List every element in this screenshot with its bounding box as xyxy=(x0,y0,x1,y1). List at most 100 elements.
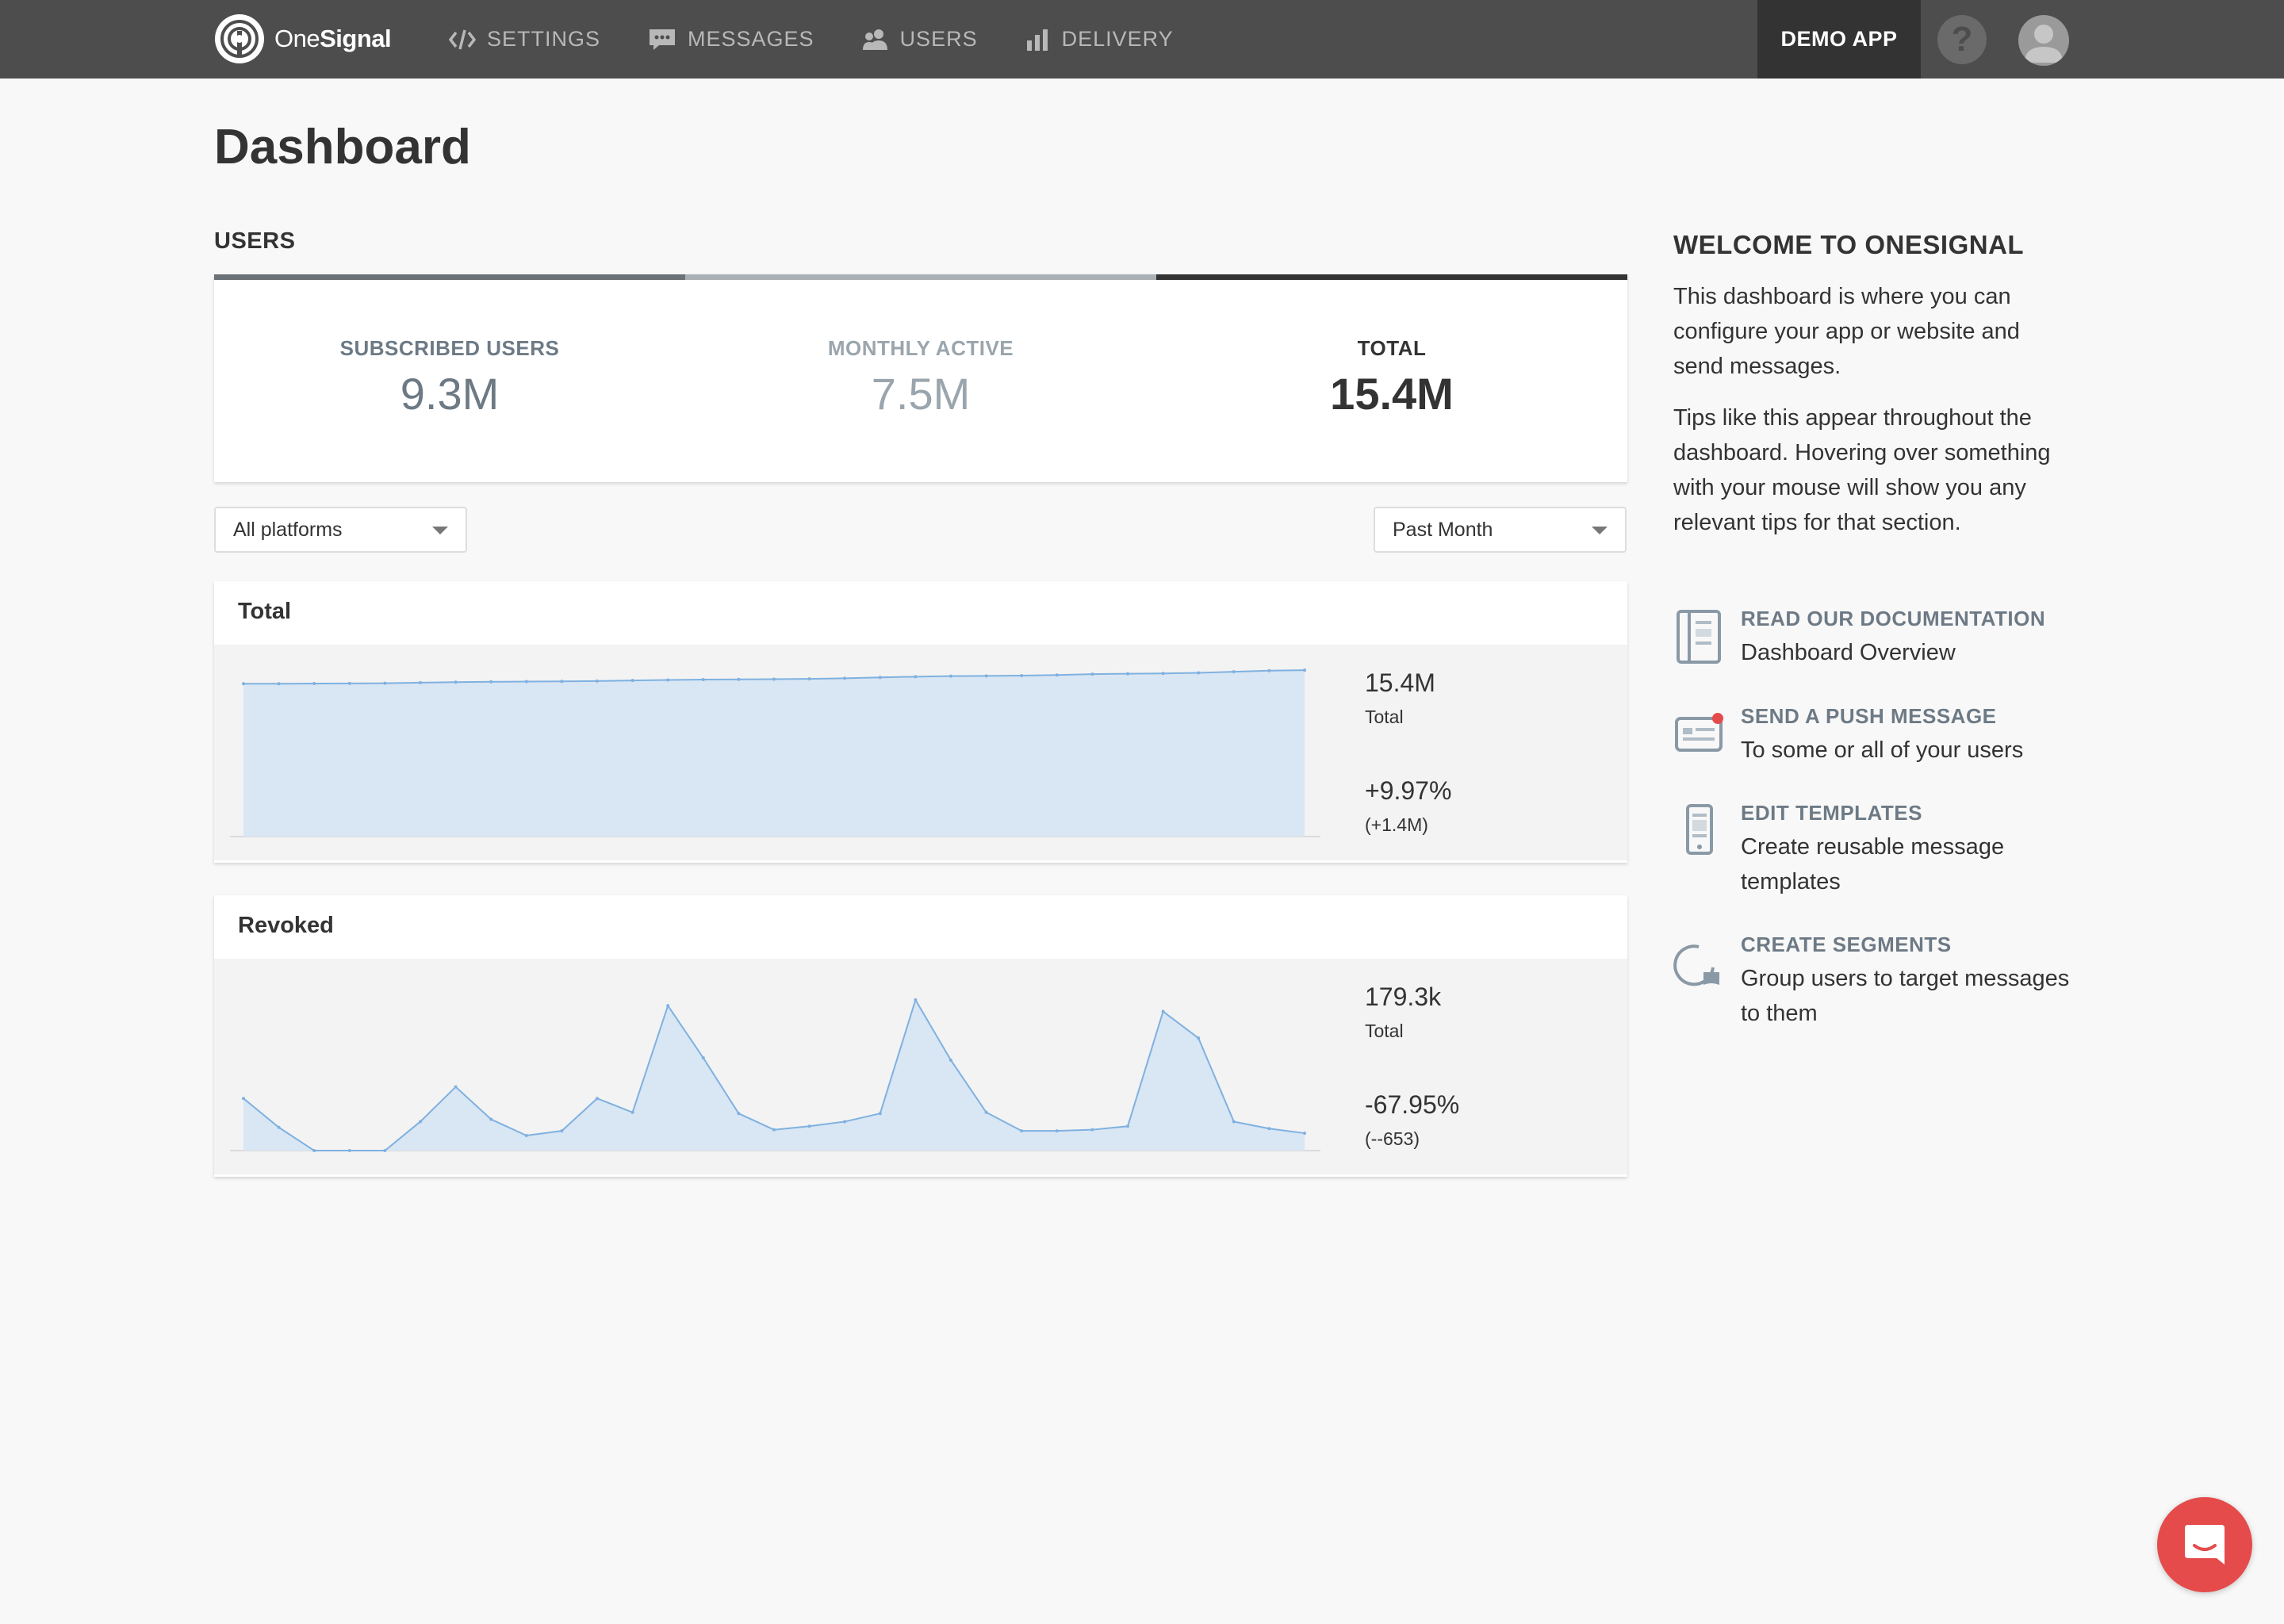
total-data-point[interactable] xyxy=(524,680,528,684)
total-data-point[interactable] xyxy=(1303,668,1306,672)
revoked-data-point[interactable] xyxy=(1197,1036,1201,1040)
revoked-data-point[interactable] xyxy=(277,1125,281,1129)
total-data-point[interactable] xyxy=(454,680,458,684)
stat-tab-monthly-active[interactable]: MONTHLY ACTIVE 7.5M xyxy=(685,274,1156,482)
revoked-data-point[interactable] xyxy=(312,1149,316,1152)
revoked-data-point[interactable] xyxy=(1126,1124,1129,1128)
stat-value: 7.5M xyxy=(871,369,971,419)
code-icon xyxy=(449,29,476,49)
tip-description: Create reusable message templates xyxy=(1741,834,2005,894)
revoked-data-point[interactable] xyxy=(347,1149,351,1152)
revoked-data-point[interactable] xyxy=(1232,1120,1236,1124)
total-data-point[interactable] xyxy=(1232,670,1236,674)
revoked-data-point[interactable] xyxy=(737,1112,741,1116)
chart-value-label: Total xyxy=(1365,1021,1404,1041)
total-data-point[interactable] xyxy=(843,676,847,680)
total-data-point[interactable] xyxy=(419,680,422,684)
chart-area: 15.4M Total +9.97% (+1.4M) xyxy=(214,645,1627,860)
revoked-data-point[interactable] xyxy=(630,1110,634,1114)
total-area-fill xyxy=(243,670,1305,837)
revoked-data-point[interactable] xyxy=(914,998,918,1002)
total-data-point[interactable] xyxy=(277,682,281,686)
revoked-data-point[interactable] xyxy=(1090,1128,1094,1132)
onesignal-logo-icon xyxy=(215,14,264,63)
revoked-data-point[interactable] xyxy=(701,1056,705,1060)
revoked-data-point[interactable] xyxy=(843,1120,847,1124)
revoked-data-point[interactable] xyxy=(878,1112,882,1116)
nav-users-label: USERS xyxy=(899,27,978,51)
stat-value: 9.3M xyxy=(400,369,500,419)
revoked-data-point[interactable] xyxy=(242,1097,245,1101)
total-data-point[interactable] xyxy=(1126,672,1129,676)
total-data-point[interactable] xyxy=(1055,673,1059,677)
total-data-point[interactable] xyxy=(949,674,952,678)
chart-change: +9.97% xyxy=(1365,776,1452,805)
total-data-point[interactable] xyxy=(630,679,634,683)
nav-messages[interactable]: MESSAGES xyxy=(648,27,814,52)
period-select-value: Past Month xyxy=(1393,518,1493,541)
chart-area: 179.3k Total -67.95% (--653) xyxy=(214,959,1627,1174)
revoked-data-point[interactable] xyxy=(1303,1132,1306,1136)
total-data-point[interactable] xyxy=(878,676,882,680)
nav-users[interactable]: USERS xyxy=(862,27,978,52)
revoked-data-point[interactable] xyxy=(949,1058,952,1062)
tip-label: READ OUR DOCUMENTATION xyxy=(1741,607,2046,630)
chart-change-abs: (+1.4M) xyxy=(1365,814,1428,835)
total-data-point[interactable] xyxy=(312,681,316,685)
total-data-point[interactable] xyxy=(807,677,811,681)
push-message-icon xyxy=(1675,713,1723,752)
total-data-point[interactable] xyxy=(666,678,670,682)
revoked-data-point[interactable] xyxy=(419,1120,422,1124)
total-data-point[interactable] xyxy=(1020,673,1024,677)
revoked-data-point[interactable] xyxy=(1161,1009,1165,1013)
revoked-data-point[interactable] xyxy=(524,1133,528,1137)
total-data-point[interactable] xyxy=(772,677,776,681)
revoked-data-point[interactable] xyxy=(383,1149,387,1152)
total-data-point[interactable] xyxy=(383,681,387,685)
total-data-point[interactable] xyxy=(737,677,741,681)
revoked-data-point[interactable] xyxy=(1267,1127,1271,1131)
revoked-data-point[interactable] xyxy=(1020,1129,1024,1133)
total-data-point[interactable] xyxy=(1161,672,1165,676)
stat-tab-total[interactable]: TOTAL 15.4M xyxy=(1156,274,1627,482)
segment-icon xyxy=(1673,944,1719,986)
nav-settings[interactable]: SETTINGS xyxy=(449,27,600,52)
support-chat-button[interactable] xyxy=(2157,1497,2252,1592)
revoked-data-point[interactable] xyxy=(772,1128,776,1132)
revoked-data-point[interactable] xyxy=(666,1004,670,1008)
revoked-data-point[interactable] xyxy=(560,1129,564,1133)
total-data-point[interactable] xyxy=(560,680,564,684)
help-button[interactable]: ? xyxy=(1937,15,1987,64)
tip-label: EDIT TEMPLATES xyxy=(1741,801,1922,825)
app-selector-button[interactable]: DEMO APP xyxy=(1757,0,1921,79)
users-stats-card: SUBSCRIBED USERS 9.3M MONTHLY ACTIVE 7.5… xyxy=(214,274,1627,482)
total-data-point[interactable] xyxy=(1090,672,1094,676)
revoked-data-point[interactable] xyxy=(807,1124,811,1128)
nav-delivery[interactable]: DELIVERY xyxy=(1025,27,1174,52)
chart-value: 179.3k xyxy=(1365,982,1442,1011)
period-select[interactable]: Past Month xyxy=(1374,507,1627,553)
onesignal-logo[interactable]: OneSignal xyxy=(214,13,392,64)
stat-tab-subscribed-users[interactable]: SUBSCRIBED USERS 9.3M xyxy=(214,274,685,482)
tip-label: SEND A PUSH MESSAGE xyxy=(1741,704,1997,728)
template-icon xyxy=(1686,804,1713,855)
revoked-data-point[interactable] xyxy=(454,1085,458,1089)
total-data-point[interactable] xyxy=(984,674,988,678)
revoked-data-point[interactable] xyxy=(596,1097,599,1101)
chart-value-label: Total xyxy=(1365,707,1404,727)
revoked-data-point[interactable] xyxy=(489,1117,493,1121)
platform-select[interactable]: All platforms xyxy=(214,507,467,553)
total-data-point[interactable] xyxy=(347,681,351,685)
total-data-point[interactable] xyxy=(1197,671,1201,675)
avatar[interactable] xyxy=(2018,15,2069,66)
total-data-point[interactable] xyxy=(1267,668,1271,672)
total-data-point[interactable] xyxy=(242,682,245,686)
revoked-data-point[interactable] xyxy=(1055,1129,1059,1133)
nav-messages-label: MESSAGES xyxy=(688,27,814,51)
total-data-point[interactable] xyxy=(489,680,493,684)
total-data-point[interactable] xyxy=(596,679,599,683)
revoked-data-point[interactable] xyxy=(984,1110,988,1114)
total-data-point[interactable] xyxy=(914,675,918,679)
platform-select-value: All platforms xyxy=(233,518,343,541)
total-data-point[interactable] xyxy=(701,678,705,682)
